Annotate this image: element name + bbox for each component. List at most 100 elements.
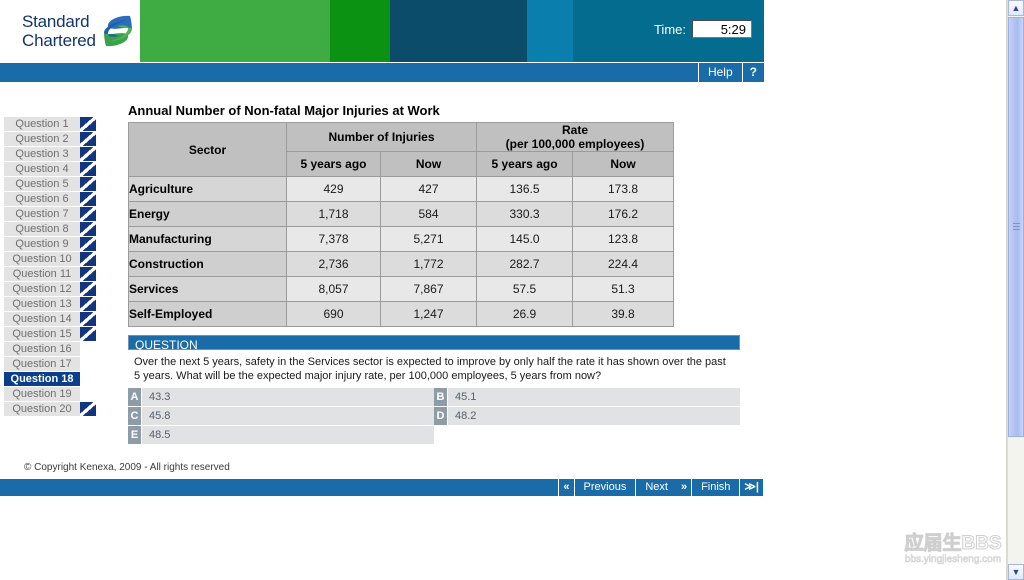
cell-injuries-now: 427 <box>379 176 478 202</box>
sidebar-item-question-1[interactable]: Question 1 <box>4 117 96 132</box>
question-navigation-sidebar: Question 1 Question 2 Question 3 Question 4… <box>4 117 96 417</box>
sidebar-item-label[interactable]: Question 20 <box>4 402 80 417</box>
last-question-icon[interactable]: ≫| <box>740 479 763 496</box>
sidebar-item-label[interactable]: Question 8 <box>4 222 80 237</box>
answered-marker-icon <box>80 327 96 342</box>
screen: Standard Chartered Time: 5:29 Help ? Que… <box>0 0 1024 580</box>
secondary-navbar: Help ? <box>0 62 764 82</box>
sidebar-item-question-2[interactable]: Question 2 <box>4 132 96 147</box>
sidebar-item-label[interactable]: Question 11 <box>4 267 80 282</box>
column-header-sector: Sector <box>128 122 287 177</box>
cell-rate-now: 123.8 <box>572 226 675 252</box>
column-header-number-of-injuries: Number of Injuries <box>285 122 478 152</box>
answer-option-c[interactable]: C 45.8 <box>128 407 434 425</box>
sidebar-item-question-8[interactable]: Question 8 <box>4 222 96 237</box>
sidebar-item-label[interactable]: Question 10 <box>4 252 80 267</box>
answer-option-a[interactable]: A 43.3 <box>128 388 434 406</box>
header-band-light-green <box>140 0 330 62</box>
answer-option-empty-slot <box>434 426 740 444</box>
cell-rate-now: 176.2 <box>572 201 675 227</box>
sidebar-item-label[interactable]: Question 15 <box>4 327 80 342</box>
vertical-scrollbar[interactable]: ▲ ▼ <box>1007 0 1024 580</box>
watermark: 应届生BBS bbs.yingjiesheng.com <box>898 533 1006 566</box>
unanswered-marker-placeholder <box>80 372 96 387</box>
answer-option-e[interactable]: E 48.5 <box>128 426 434 444</box>
cell-rate-now: 224.4 <box>572 251 675 277</box>
sidebar-item-question-7[interactable]: Question 7 <box>4 207 96 222</box>
sidebar-item-label[interactable]: Question 4 <box>4 162 80 177</box>
answered-marker-icon <box>80 177 96 192</box>
sidebar-item-label[interactable]: Question 9 <box>4 237 80 252</box>
finish-button[interactable]: Finish <box>692 479 739 496</box>
cell-rate-now: 39.8 <box>572 301 675 327</box>
sidebar-item-question-3[interactable]: Question 3 <box>4 147 96 162</box>
sidebar-item-question-16[interactable]: Question 16 <box>4 342 96 357</box>
answer-option-b[interactable]: B 45.1 <box>434 388 740 406</box>
sidebar-item-question-15[interactable]: Question 15 <box>4 327 96 342</box>
sidebar-item-question-4[interactable]: Question 4 <box>4 162 96 177</box>
question-panel-header: QUESTION <box>128 335 740 352</box>
next-arrow-icon[interactable]: » <box>677 479 691 496</box>
brand-logo: Standard Chartered <box>0 0 140 62</box>
sidebar-item-label[interactable]: Question 2 <box>4 132 80 147</box>
column-header-rate: Rate (per 100,000 employees) <box>476 122 675 152</box>
header-band-blue <box>527 0 573 62</box>
scrollbar-thumb[interactable] <box>1008 17 1024 437</box>
sidebar-item-label[interactable]: Question 19 <box>4 387 80 402</box>
answer-option-letter: A <box>128 388 141 406</box>
answer-option-letter: B <box>434 388 447 406</box>
help-link[interactable]: Help <box>699 63 742 82</box>
answer-option-text: 48.2 <box>447 407 740 425</box>
table-row: Self-Employed 690 1,247 26.9 39.8 <box>128 301 675 327</box>
sidebar-item-label[interactable]: Question 6 <box>4 192 80 207</box>
cell-sector: Services <box>128 276 287 302</box>
sidebar-item-question-14[interactable]: Question 14 <box>4 312 96 327</box>
column-subheader-rate-5-years-ago: 5 years ago <box>476 151 574 177</box>
answer-option-letter: D <box>434 407 447 425</box>
sidebar-item-label[interactable]: Question 18 <box>4 372 80 387</box>
cell-injuries-5-years-ago: 429 <box>286 176 381 202</box>
sidebar-item-label[interactable]: Question 3 <box>4 147 80 162</box>
cell-injuries-now: 584 <box>379 201 478 227</box>
cell-injuries-now: 1,247 <box>379 301 478 327</box>
cell-rate-5-years-ago: 57.5 <box>476 276 574 302</box>
unanswered-marker-placeholder <box>80 357 96 372</box>
previous-button[interactable]: Previous <box>575 479 636 496</box>
help-question-mark-icon[interactable]: ? <box>743 63 764 82</box>
column-subheader-injuries-5-years-ago: 5 years ago <box>286 151 381 177</box>
sidebar-item-question-11[interactable]: Question 11 <box>4 267 96 282</box>
sidebar-item-label[interactable]: Question 16 <box>4 342 80 357</box>
table-row: Construction 2,736 1,772 282.7 224.4 <box>128 251 675 277</box>
unanswered-marker-placeholder <box>80 387 96 402</box>
sidebar-item-label[interactable]: Question 17 <box>4 357 80 372</box>
unanswered-marker-placeholder <box>80 342 96 357</box>
cell-injuries-now: 1,772 <box>379 251 478 277</box>
sidebar-item-label[interactable]: Question 12 <box>4 282 80 297</box>
sidebar-item-question-18[interactable]: Question 18 <box>4 372 96 387</box>
answer-option-d[interactable]: D 48.2 <box>434 407 740 425</box>
answered-marker-icon <box>80 117 96 132</box>
first-question-icon[interactable]: « <box>559 479 573 496</box>
sidebar-item-label[interactable]: Question 14 <box>4 312 80 327</box>
sidebar-item-question-9[interactable]: Question 9 <box>4 237 96 252</box>
sidebar-item-question-20[interactable]: Question 20 <box>4 402 96 417</box>
cell-rate-5-years-ago: 26.9 <box>476 301 574 327</box>
answered-marker-icon <box>80 162 96 177</box>
sidebar-item-question-17[interactable]: Question 17 <box>4 357 96 372</box>
sidebar-item-question-13[interactable]: Question 13 <box>4 297 96 312</box>
sidebar-item-question-19[interactable]: Question 19 <box>4 387 96 402</box>
sidebar-item-question-5[interactable]: Question 5 <box>4 177 96 192</box>
scroll-down-icon[interactable]: ▼ <box>1008 564 1024 580</box>
sidebar-item-question-12[interactable]: Question 12 <box>4 282 96 297</box>
footer-divider <box>763 479 764 496</box>
next-button[interactable]: Next <box>636 479 677 496</box>
sidebar-item-label[interactable]: Question 5 <box>4 177 80 192</box>
assessment-window: Standard Chartered Time: 5:29 Help ? Que… <box>0 0 1006 580</box>
sidebar-item-question-10[interactable]: Question 10 <box>4 252 96 267</box>
scroll-up-icon[interactable]: ▲ <box>1008 0 1024 16</box>
sidebar-item-label[interactable]: Question 13 <box>4 297 80 312</box>
sidebar-item-label[interactable]: Question 7 <box>4 207 80 222</box>
sidebar-item-label[interactable]: Question 1 <box>4 117 80 132</box>
answered-marker-icon <box>80 132 96 147</box>
sidebar-item-question-6[interactable]: Question 6 <box>4 192 96 207</box>
